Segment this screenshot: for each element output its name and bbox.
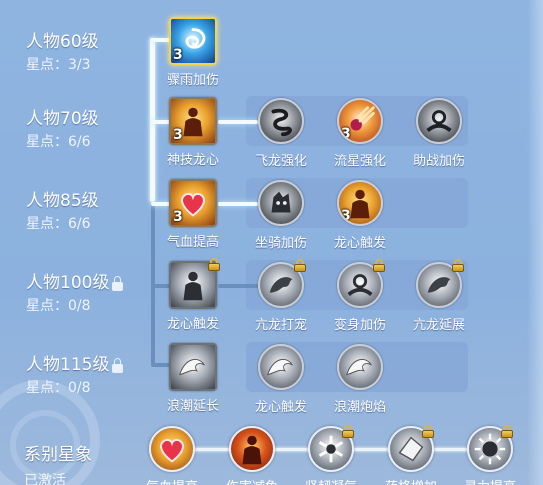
skill-node-t115-main[interactable]: 浪潮延长: [167, 343, 219, 414]
tier-stars: 星点：0/8: [26, 298, 91, 314]
skill-node-t85-main[interactable]: 3 气血提高: [167, 179, 219, 250]
window-edge: [527, 0, 543, 485]
lock-icon: [294, 259, 306, 272]
wave-icon: [169, 343, 217, 391]
skill-node-t70-2[interactable]: 3 流星强化: [334, 98, 386, 169]
tier-stars: 星点：6/6: [26, 216, 91, 232]
skill-level: 3: [341, 208, 351, 224]
system-node-2[interactable]: 伤害减免: [226, 426, 278, 485]
system-node-3[interactable]: 坚韧凝气: [305, 425, 357, 485]
tier-stars: 星点：3/3: [26, 57, 91, 73]
system-node-4[interactable]: 药格增加: [385, 425, 437, 485]
branch-connector: [151, 284, 171, 288]
tier-100-label: 人物100级 星点：0/8: [26, 273, 124, 315]
skill-level: 3: [173, 209, 183, 225]
skill-label: 流星强化: [333, 154, 387, 169]
tier-title: 人物70级: [26, 109, 99, 129]
skill-label: 龙心触发: [333, 236, 387, 251]
row-connector-active: [218, 202, 258, 206]
skill-level: 3: [173, 127, 183, 143]
skill-node-t100-3[interactable]: 亢龙延展: [413, 259, 465, 333]
row-connector: [218, 284, 258, 288]
skill-label: 龙心触发: [166, 317, 220, 332]
branch-connector-active: [151, 120, 171, 124]
system-node-label: 伤害减免: [226, 476, 278, 485]
lock-icon: [112, 275, 124, 291]
flame-figure-icon: 3: [169, 97, 217, 145]
skill-node-t100-main[interactable]: 龙心触发: [167, 258, 220, 332]
system-constellation-label: 系别星象 已激活: [24, 440, 92, 485]
skill-label: 亢龙延展: [412, 318, 466, 333]
tier-stars: 星点：6/6: [26, 134, 91, 150]
heart-icon: 3: [169, 179, 217, 227]
skill-label: 浪潮延长: [166, 399, 220, 414]
wave-icon: [337, 344, 383, 390]
lock-icon: [501, 425, 513, 438]
system-node-label: 灵力提高: [464, 476, 516, 485]
skill-label: 浪潮炮焰: [333, 400, 387, 415]
coiled-dragon-icon: [258, 98, 304, 144]
skill-label: 助战加伤: [412, 154, 466, 169]
skill-node-t60[interactable]: 3 骤雨加伤: [167, 17, 219, 88]
system-node-label: 药格增加: [385, 476, 437, 485]
system-title: 系别星象: [24, 445, 92, 465]
skill-node-t85-2[interactable]: 3 龙心触发: [334, 180, 386, 251]
skill-node-t115-2[interactable]: 浪潮炮焰: [334, 344, 386, 415]
tier-stars: 星点：0/8: [26, 380, 91, 396]
skill-level: 3: [173, 47, 183, 63]
tier-title-row: 人物100级: [26, 273, 124, 293]
system-node-5[interactable]: 灵力提高: [464, 425, 516, 485]
beast-head-icon: [258, 180, 304, 226]
skill-level: 3: [341, 126, 351, 142]
lock-icon: [422, 425, 434, 438]
lock-icon: [112, 357, 124, 373]
lock-icon: [452, 259, 464, 272]
skill-node-t70-1[interactable]: 飞龙强化: [255, 98, 307, 169]
meteor-icon: 3: [337, 98, 383, 144]
lock-icon: [373, 259, 385, 272]
row-connector-active: [218, 120, 258, 124]
skill-node-t70-main[interactable]: 3 神技龙心: [167, 97, 219, 168]
branch-connector-active: [151, 38, 171, 42]
tier-115-label: 人物115级 星点：0/8: [26, 355, 124, 397]
skill-node-t115-1[interactable]: 龙心触发: [255, 344, 307, 415]
system-status: 已激活: [24, 473, 66, 485]
hands-orb-icon: [416, 98, 462, 144]
lock-icon: [208, 258, 220, 271]
heart-icon: [151, 428, 193, 470]
skill-label: 飞龙强化: [254, 154, 308, 169]
tier-title: 人物115级: [26, 355, 110, 375]
system-node-label: 气血提高: [146, 476, 198, 485]
system-node-label: 坚韧凝气: [305, 476, 357, 485]
tier-title: 人物60级: [26, 32, 99, 52]
skill-label: 坐骑加伤: [254, 236, 308, 251]
tier-70-label: 人物70级 星点：6/6: [26, 109, 99, 151]
branch-connector: [151, 363, 171, 367]
tier-title: 人物100级: [26, 273, 110, 293]
skill-node-t70-3[interactable]: 助战加伤: [413, 98, 465, 169]
skill-label: 龙心触发: [254, 400, 308, 415]
tier-60-label: 人物60级 星点：3/3: [26, 32, 99, 74]
skill-node-t100-2[interactable]: 变身加伤: [334, 259, 386, 333]
vortex-icon: 3: [169, 17, 217, 65]
lock-icon: [342, 425, 354, 438]
wave-icon: [258, 344, 304, 390]
skill-label: 变身加伤: [333, 318, 387, 333]
skill-node-t100-1[interactable]: 亢龙打宠: [255, 259, 307, 333]
tier-title-row: 人物115级: [26, 355, 124, 375]
tier-title: 人物85级: [26, 191, 99, 211]
branch-connector-active: [151, 202, 171, 206]
skill-node-t85-1[interactable]: 坐骑加伤: [255, 180, 307, 251]
flame-figure-icon: 3: [337, 180, 383, 226]
flame-figure-icon: [231, 428, 273, 470]
skill-label: 神技龙心: [166, 153, 220, 168]
tier-85-label: 人物85级 星点：6/6: [26, 191, 99, 233]
system-node-1[interactable]: 气血提高: [146, 426, 198, 485]
skill-label: 亢龙打宠: [254, 318, 308, 333]
skill-label: 骤雨加伤: [166, 73, 220, 88]
skill-label: 气血提高: [166, 235, 220, 250]
